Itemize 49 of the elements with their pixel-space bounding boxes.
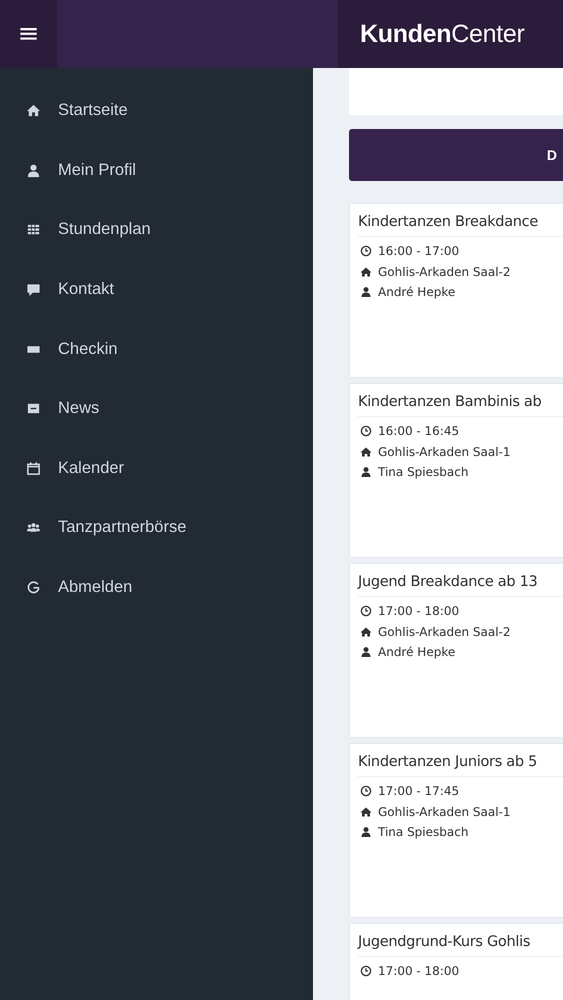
course-room: Gohlis-Arkaden Saal-2 <box>378 624 511 639</box>
course-time: 16:00 - 17:00 <box>378 244 460 258</box>
course-room: Gohlis-Arkaden Saal-2 <box>378 264 511 279</box>
home-icon <box>360 266 372 278</box>
course-teacher: Tina Spiesbach <box>378 825 468 840</box>
course-teacher: André Hepke <box>378 645 456 660</box>
sidebar-item[interactable]: Stundenplan <box>0 200 313 260</box>
home-icon <box>360 806 372 818</box>
grid-icon <box>26 222 41 238</box>
clock-icon <box>360 965 372 978</box>
course-time: 17:00 - 17:45 <box>378 784 460 798</box>
sidebar-item[interactable]: Tanzpartnerbörse <box>0 498 313 558</box>
logo: KundenCenter <box>338 0 563 68</box>
user-icon <box>360 286 372 298</box>
sidebar-item[interactable]: Kalender <box>0 438 313 498</box>
course-room: Gohlis-Arkaden Saal-1 <box>378 804 511 819</box>
user-icon <box>360 466 372 478</box>
user-icon <box>26 162 41 178</box>
logout-icon <box>26 580 41 596</box>
course-time: 17:00 - 18:00 <box>378 964 460 978</box>
calendar-icon <box>26 460 41 476</box>
home-icon <box>360 446 372 458</box>
sidebar-item[interactable]: Kontakt <box>0 260 313 320</box>
course-teacher: Tina Spiesbach <box>378 465 468 480</box>
course-room: Gohlis-Arkaden Saal-1 <box>378 444 511 459</box>
sidebar-item[interactable]: Checkin <box>0 319 313 379</box>
course-title: Kindertanzen Bambinis ab <box>358 388 563 417</box>
chat-icon <box>26 282 41 298</box>
clock-icon <box>360 605 372 618</box>
clock-icon <box>360 785 372 798</box>
user-icon <box>360 646 372 658</box>
course-time: 16:00 - 16:45 <box>378 424 460 438</box>
menu-button[interactable]: ≡ <box>0 0 57 68</box>
sidebar-item[interactable]: Startseite <box>0 81 313 141</box>
sidebar-item[interactable]: Mein Profil <box>0 140 313 200</box>
clock-icon <box>360 425 372 438</box>
course-time: 17:00 - 18:00 <box>378 604 460 618</box>
home-icon <box>26 103 41 118</box>
course-title: Jugend Breakdance ab 13 <box>358 568 563 597</box>
course-title: Kindertanzen Breakdance <box>358 208 563 237</box>
course-teacher: André Hepke <box>378 285 456 300</box>
user-icon <box>360 826 372 838</box>
home-icon <box>360 626 372 638</box>
course-title: Kindertanzen Juniors ab 5 <box>358 748 563 777</box>
course-title: Jugendgrund-Kurs Gohlis <box>358 928 563 957</box>
sidebar-item[interactable]: Abmelden <box>0 558 313 618</box>
clock-icon <box>360 245 372 258</box>
day-label: D <box>546 147 557 163</box>
sidebar-item[interactable]: News <box>0 378 313 439</box>
